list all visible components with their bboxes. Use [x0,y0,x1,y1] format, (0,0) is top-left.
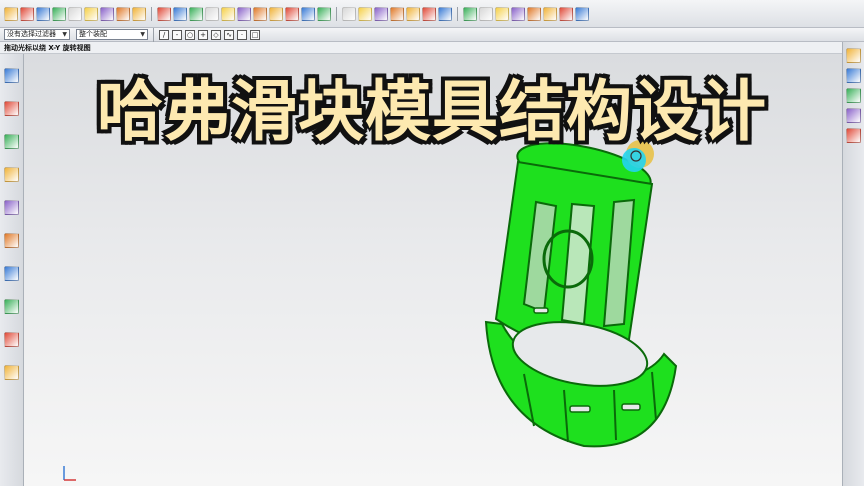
hole-icon[interactable] [116,6,130,21]
sketch-icon[interactable] [36,6,50,21]
view-icon[interactable] [575,6,589,21]
unite-icon[interactable] [221,6,235,21]
cue-line: 拖动光标以绕 X-Y 旋转视图 [0,42,864,54]
chevron-down-icon[interactable]: ▼ [62,30,67,39]
video-title-overlay: 哈弗滑块模具结构设计 [97,73,767,150]
extrude-icon[interactable] [84,6,98,21]
ring-slot [569,405,591,413]
edge-blend-icon[interactable] [358,6,372,21]
resource-tab-icon[interactable] [4,299,19,314]
type-filter-value: 没有选择过滤器 [7,30,56,38]
toolbar-divider [336,6,337,21]
resource-tab-icon[interactable] [4,365,19,380]
selection-toolbar: 没有选择过滤器 ▼ 整个装配 ▼ / ‐ ○ + ◇ ∿ · □ [0,27,864,42]
slot-icon[interactable] [189,6,203,21]
toolbar-divider [153,27,154,42]
datum-plane-icon[interactable] [422,6,436,21]
curve-icon[interactable] [495,6,509,21]
spline-icon[interactable] [511,6,525,21]
snap-point-icons: / ‐ ○ + ◇ ∿ · □ [159,29,260,40]
snap-endpoint-icon[interactable]: / [159,29,169,40]
line-icon[interactable] [463,6,477,21]
section-icon[interactable] [559,6,573,21]
shell-icon[interactable] [301,6,315,21]
ring-slot [621,403,641,411]
analysis-icon[interactable] [543,6,557,21]
snap-quadrant-icon[interactable]: ◇ [211,29,221,40]
toolbar-divider [457,6,458,21]
type-filter-select[interactable]: 没有选择过滤器 ▼ [4,29,70,40]
pad-icon[interactable] [173,6,187,21]
primary-toolbar [0,0,864,28]
snap-control-point-icon[interactable]: □ [250,29,260,40]
ring-slot [533,307,549,314]
boss-icon[interactable] [132,6,146,21]
chamfer-icon[interactable] [374,6,388,21]
snap-intersection-icon[interactable]: + [198,29,208,40]
pocket-icon[interactable] [157,6,171,21]
revolve-icon[interactable] [100,6,114,21]
pattern-icon[interactable] [406,6,420,21]
trim-body-icon[interactable] [269,6,283,21]
split-body-icon[interactable] [285,6,299,21]
scope-filter-value: 整个装配 [79,30,107,38]
datum-axis-icon[interactable] [438,6,452,21]
subtract-icon[interactable] [237,6,251,21]
new-file-icon[interactable] [4,6,18,21]
resource-tab-icon[interactable] [4,200,19,215]
cue-line-text: 拖动光标以绕 X-Y 旋转视图 [4,44,91,52]
groove-icon[interactable] [205,6,219,21]
intersect-icon[interactable] [253,6,267,21]
offset-face-icon[interactable] [317,6,331,21]
draft-icon[interactable] [342,6,356,21]
snap-center-icon[interactable]: ○ [185,29,195,40]
arc-icon[interactable] [479,6,493,21]
wcs-triad-icon [63,466,76,481]
scope-filter-select[interactable]: 整个装配 ▼ [76,29,148,40]
feature-icon[interactable] [52,6,66,21]
mirror-icon[interactable] [390,6,404,21]
toolbar-divider [151,6,152,21]
snap-existing-point-icon[interactable]: · [237,29,247,40]
chevron-down-icon[interactable]: ▼ [140,30,145,39]
resource-tab-icon[interactable] [4,233,19,248]
snap-midpoint-icon[interactable]: ‐ [172,29,182,40]
resource-tab-icon[interactable] [4,167,19,182]
resource-tab-icon[interactable] [4,266,19,281]
open-icon[interactable] [20,6,34,21]
resource-tab-icon[interactable] [4,332,19,347]
snap-point-on-curve-icon[interactable]: ∿ [224,29,234,40]
blend-icon[interactable] [68,6,82,21]
measure-icon[interactable] [527,6,541,21]
